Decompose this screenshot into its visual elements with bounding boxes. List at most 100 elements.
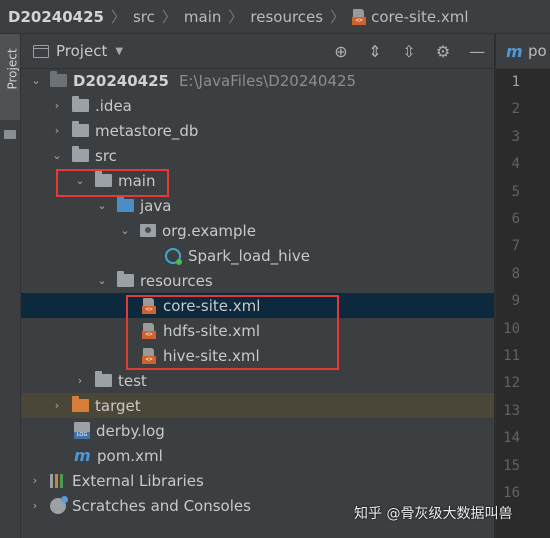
- panel-toolbar: ⊕ ⇕ ⇳ ⚙ —: [324, 34, 494, 68]
- tree-row-org-example[interactable]: ⌄ org.example: [21, 218, 494, 243]
- chevron-right-icon[interactable]: ›: [29, 474, 41, 487]
- tree-label-org-example: org.example: [162, 221, 256, 240]
- line-number: 11: [503, 348, 520, 364]
- chevron-down-icon[interactable]: ⌄: [51, 149, 63, 162]
- tree-row-idea[interactable]: › .idea: [21, 93, 494, 118]
- line-number: 14: [503, 430, 520, 447]
- project-view-selector[interactable]: Project ▼: [33, 42, 123, 60]
- line-number: 10: [503, 320, 520, 337]
- editor-tab[interactable]: m po: [496, 34, 550, 69]
- resources-folder-icon: [117, 271, 134, 287]
- tree-row-target[interactable]: › target: [21, 393, 494, 418]
- chevron-right-icon[interactable]: ›: [51, 124, 63, 137]
- tree-row-pom[interactable]: m pom.xml: [21, 443, 494, 468]
- editor-tab-label: po: [528, 42, 547, 60]
- line-number: 5: [511, 183, 520, 200]
- locate-file-icon[interactable]: ⊕: [324, 42, 358, 61]
- line-number: 15: [503, 457, 520, 474]
- folder-icon: [4, 130, 16, 139]
- chevron-down-icon[interactable]: ⌄: [119, 224, 131, 237]
- line-number: 3: [511, 128, 520, 145]
- hide-panel-icon[interactable]: —: [460, 42, 494, 61]
- breadcrumb-resources[interactable]: resources: [250, 8, 323, 26]
- chevron-right-icon[interactable]: ›: [51, 99, 63, 112]
- chevron-right-icon: 〉: [228, 8, 244, 26]
- chevron-down-icon[interactable]: ⌄: [96, 199, 108, 212]
- tree-label-src: src: [95, 146, 117, 165]
- editor-area[interactable]: m po 1 2 3 4 5 6 7 8 9 10 11 12 13 14 15 16: [495, 34, 550, 538]
- line-number: 12: [503, 375, 520, 392]
- folder-icon: [72, 121, 89, 137]
- tree-row-src[interactable]: ⌄ src: [21, 143, 494, 168]
- chevron-down-icon[interactable]: ⌄: [30, 74, 42, 87]
- breadcrumb-project[interactable]: D20240425: [8, 8, 104, 26]
- tool-window-strip: Project: [0, 34, 21, 538]
- tree-label-target: target: [95, 396, 141, 415]
- tree-label-scratches: Scratches and Consoles: [72, 496, 251, 515]
- gear-icon[interactable]: ⚙: [426, 42, 460, 61]
- tree-label-external-libraries: External Libraries: [72, 471, 204, 490]
- line-number: 13: [503, 402, 520, 419]
- caret-down-icon: ▼: [115, 45, 124, 57]
- chevron-right-icon[interactable]: ›: [29, 499, 41, 512]
- breadcrumb-src[interactable]: src: [133, 8, 155, 26]
- expand-all-icon[interactable]: ⇕: [358, 42, 392, 61]
- collapse-all-icon[interactable]: ⇳: [392, 42, 426, 61]
- scratches-icon: [50, 495, 68, 514]
- maven-icon: m: [506, 41, 523, 61]
- folder-icon: [95, 371, 112, 387]
- project-panel: Project ▼ ⊕ ⇕ ⇳ ⚙ — ⌄ D20240425 E:\JavaF…: [21, 34, 494, 538]
- tree-label-java: java: [140, 196, 172, 215]
- line-number: 16: [503, 485, 520, 501]
- chevron-right-icon[interactable]: ›: [51, 399, 63, 412]
- breadcrumb-main[interactable]: main: [184, 8, 221, 26]
- breadcrumb: D20240425 〉 src 〉 main 〉 resources 〉 cor…: [0, 0, 550, 34]
- tree-label-idea: .idea: [95, 96, 132, 115]
- project-tool-tab[interactable]: Project: [0, 34, 20, 120]
- tree-row-spark-class[interactable]: Spark_load_hive: [21, 243, 494, 268]
- line-number: 8: [511, 265, 520, 282]
- excluded-folder-icon: [72, 396, 89, 412]
- maven-icon: m: [74, 446, 91, 465]
- root-path: E:\JavaFiles\D20240425: [178, 71, 357, 90]
- watermark: 知乎 @骨灰级大数据叫兽: [354, 506, 513, 522]
- tree-label-metastore: metastore_db: [95, 121, 199, 140]
- chevron-right-icon: 〉: [161, 8, 177, 26]
- module-folder-icon: [50, 71, 67, 87]
- tree-row-derby-log[interactable]: derby.log: [21, 418, 494, 443]
- tree-row-metastore[interactable]: › metastore_db: [21, 118, 494, 143]
- scala-object-icon: [165, 247, 182, 265]
- chevron-right-icon: 〉: [330, 8, 346, 26]
- chevron-down-icon[interactable]: ⌄: [96, 274, 108, 287]
- breadcrumb-file[interactable]: core-site.xml: [352, 7, 469, 26]
- tree-label-derby-log: derby.log: [96, 421, 165, 440]
- project-window-icon: [33, 44, 49, 58]
- folder-icon: [72, 96, 89, 112]
- package-icon: [140, 224, 156, 237]
- line-number: 2: [511, 101, 520, 118]
- project-tool-tab-label: Project: [5, 48, 20, 90]
- line-number: 1: [511, 74, 520, 90]
- line-number: 4: [511, 156, 520, 173]
- xml-file-icon: [352, 8, 367, 25]
- root-name: D20240425: [73, 71, 169, 90]
- breadcrumb-file-label: core-site.xml: [371, 7, 469, 26]
- project-panel-title: Project: [56, 42, 108, 60]
- tree-row-external-libraries[interactable]: › External Libraries: [21, 468, 494, 493]
- library-icon: [50, 473, 66, 488]
- log-file-icon: [74, 422, 90, 439]
- tree-label-pom: pom.xml: [97, 446, 163, 465]
- line-number: 6: [511, 211, 520, 227]
- project-panel-header: Project ▼ ⊕ ⇕ ⇳ ⚙ —: [21, 34, 494, 69]
- tree-label-test: test: [118, 371, 147, 390]
- tree-row-resources[interactable]: ⌄ resources: [21, 268, 494, 293]
- line-number: 9: [511, 293, 520, 310]
- chevron-right-icon[interactable]: ›: [74, 374, 86, 387]
- tree-row-root[interactable]: ⌄ D20240425 E:\JavaFiles\D20240425: [21, 68, 494, 93]
- tree-row-test[interactable]: › test: [21, 368, 494, 393]
- annotation-box-main: [56, 169, 169, 197]
- tree-label-spark-class: Spark_load_hive: [188, 246, 310, 265]
- source-folder-icon: [117, 196, 134, 212]
- tree-label-resources: resources: [140, 271, 213, 290]
- annotation-box-xml-files: [126, 295, 339, 370]
